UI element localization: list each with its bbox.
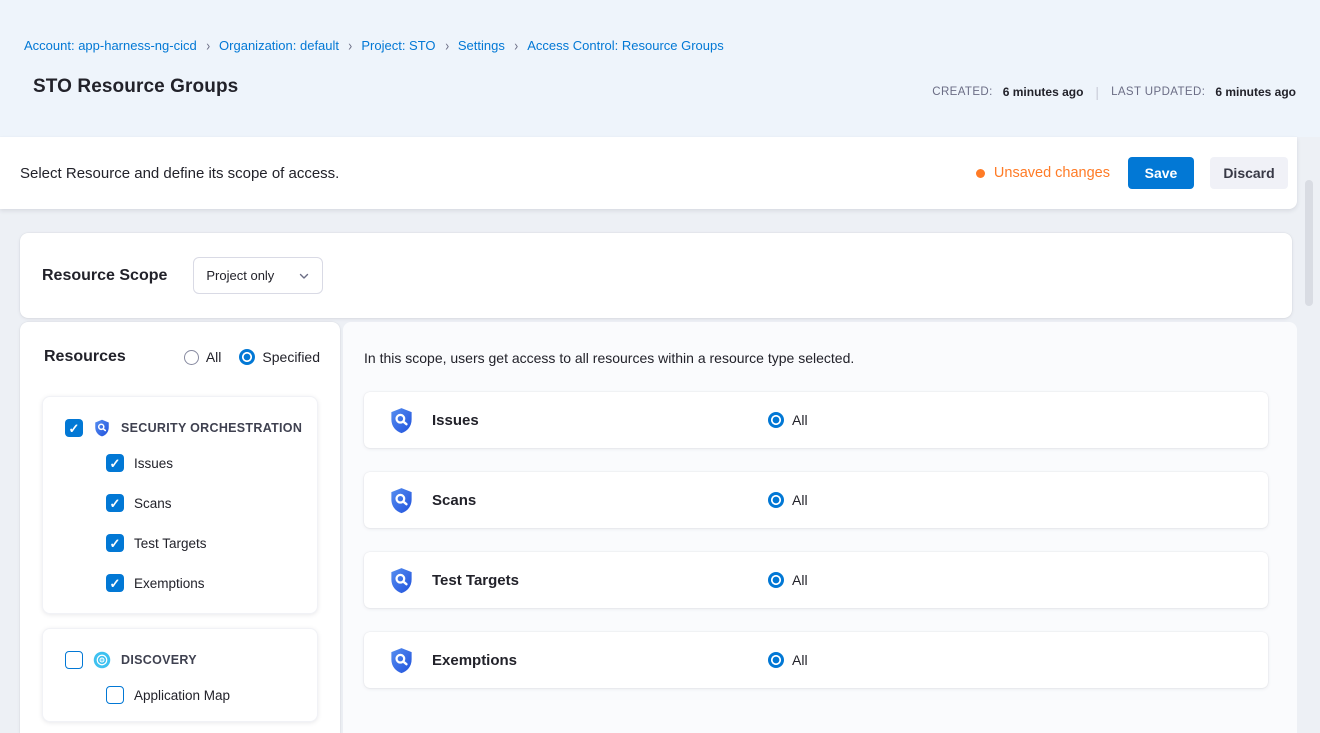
checkbox-application-map[interactable]: [106, 686, 124, 704]
radio-all-label: All: [206, 349, 222, 365]
toolbar-description: Select Resource and define its scope of …: [20, 165, 339, 182]
last-updated-label: LAST UPDATED:: [1111, 86, 1205, 98]
save-button[interactable]: Save: [1128, 157, 1194, 189]
resources-mode-radio-group: All Specified: [184, 349, 320, 365]
tree-item-application-map: Application Map: [43, 675, 317, 715]
vertical-scrollbar[interactable]: [1305, 180, 1313, 306]
checkbox-scans[interactable]: ✓: [106, 494, 124, 512]
shield-search-icon: [388, 487, 415, 514]
resource-card-label: Issues: [432, 412, 479, 429]
resource-scope-label: Resource Scope: [42, 267, 167, 285]
unsaved-changes-badge: Unsaved changes: [976, 165, 1110, 181]
tree-item-exemptions: ✓ Exemptions: [43, 563, 317, 603]
checkbox-test-targets[interactable]: ✓: [106, 534, 124, 552]
tree-item-label: Application Map: [134, 688, 230, 703]
radio-specified-label: Specified: [262, 349, 320, 365]
radio-selected-icon[interactable]: [768, 492, 784, 508]
group-checkbox-security-orchestration[interactable]: ✓: [65, 419, 83, 437]
check-icon: ✓: [69, 422, 80, 435]
access-radio-all[interactable]: All: [768, 652, 808, 668]
access-radio-all[interactable]: All: [768, 572, 808, 588]
resource-card-exemptions: Exemptions All: [364, 632, 1268, 688]
resource-group-discovery: DISCOVERY Application Map: [42, 628, 318, 722]
shield-search-icon: [388, 647, 415, 674]
breadcrumb-organization[interactable]: Organization: default: [219, 38, 339, 53]
tree-item-label: Issues: [134, 456, 173, 471]
tree-item-label: Test Targets: [134, 536, 207, 551]
breadcrumb-project[interactable]: Project: STO: [361, 38, 435, 53]
check-icon: ✓: [110, 457, 121, 470]
access-all-label: All: [792, 412, 808, 428]
check-icon: ✓: [110, 497, 121, 510]
group-label: SECURITY ORCHESTRATION: [121, 421, 302, 435]
breadcrumb-separator-icon: ›: [348, 37, 352, 54]
check-icon: ✓: [110, 537, 121, 550]
chevron-down-icon: [298, 270, 310, 282]
checkbox-issues[interactable]: ✓: [106, 454, 124, 472]
unsaved-changes-label: Unsaved changes: [994, 165, 1110, 181]
created-label: CREATED:: [932, 86, 993, 98]
scope-note: In this scope, users get access to all r…: [364, 350, 854, 366]
save-toolbar: Select Resource and define its scope of …: [0, 137, 1297, 209]
resource-access-panel: In this scope, users get access to all r…: [343, 322, 1297, 733]
tree-item-scans: ✓ Scans: [43, 483, 317, 523]
resource-scope-selected-value: Project only: [206, 268, 274, 283]
tree-item-test-targets: ✓ Test Targets: [43, 523, 317, 563]
shield-search-icon: [388, 567, 415, 594]
breadcrumb-account[interactable]: Account: app-harness-ng-cicd: [24, 38, 197, 53]
radio-selected-icon[interactable]: [768, 412, 784, 428]
shield-search-icon: [388, 407, 415, 434]
resource-scope-dropdown[interactable]: Project only: [193, 257, 323, 294]
resource-card-scans: Scans All: [364, 472, 1268, 528]
radio-selected-icon[interactable]: [768, 572, 784, 588]
resource-group-security-orchestration: ✓ SECURITY ORCHESTRATION ✓ Issues ✓ Scan…: [42, 396, 318, 614]
group-label: DISCOVERY: [121, 653, 197, 667]
resource-card-test-targets: Test Targets All: [364, 552, 1268, 608]
resource-card-issues: Issues All: [364, 392, 1268, 448]
last-updated-value: 6 minutes ago: [1215, 85, 1296, 99]
resources-panel: Resources All Specified ✓ SECURITY ORCHE…: [20, 322, 340, 733]
radio-option-specified[interactable]: Specified: [239, 349, 320, 365]
radio-selected-icon[interactable]: [768, 652, 784, 668]
group-checkbox-discovery[interactable]: [65, 651, 83, 669]
breadcrumb-settings[interactable]: Settings: [458, 38, 505, 53]
resource-card-label: Exemptions: [432, 652, 517, 669]
unsaved-dot-icon: [976, 169, 985, 178]
page-title: STO Resource Groups: [33, 76, 238, 98]
breadcrumb: Account: app-harness-ng-cicd › Organizat…: [24, 38, 724, 53]
resources-title: Resources: [44, 348, 126, 366]
discard-button[interactable]: Discard: [1210, 157, 1288, 189]
page-header: Account: app-harness-ng-cicd › Organizat…: [0, 0, 1320, 137]
radar-discovery-icon: [93, 651, 111, 669]
radio-option-all[interactable]: All: [184, 349, 222, 365]
shield-search-icon: [93, 419, 111, 437]
breadcrumb-separator-icon: ›: [514, 37, 518, 54]
tree-item-label: Scans: [134, 496, 172, 511]
breadcrumb-separator-icon: ›: [206, 37, 210, 54]
resource-card-label: Test Targets: [432, 572, 519, 589]
access-radio-all[interactable]: All: [768, 412, 808, 428]
access-all-label: All: [792, 572, 808, 588]
created-value: 6 minutes ago: [1003, 85, 1084, 99]
access-all-label: All: [792, 492, 808, 508]
breadcrumb-access-control[interactable]: Access Control: Resource Groups: [527, 38, 724, 53]
resource-card-label: Scans: [432, 492, 476, 509]
checkbox-exemptions[interactable]: ✓: [106, 574, 124, 592]
radio-unselected-icon[interactable]: [184, 350, 199, 365]
tree-item-label: Exemptions: [134, 576, 205, 591]
breadcrumb-separator-icon: ›: [445, 37, 449, 54]
check-icon: ✓: [110, 577, 121, 590]
access-all-label: All: [792, 652, 808, 668]
meta-divider: |: [1093, 84, 1101, 100]
resource-scope-card: Resource Scope Project only: [20, 233, 1292, 318]
tree-item-issues: ✓ Issues: [43, 443, 317, 483]
access-radio-all[interactable]: All: [768, 492, 808, 508]
radio-selected-icon[interactable]: [239, 349, 255, 365]
header-meta: CREATED: 6 minutes ago | LAST UPDATED: 6…: [932, 84, 1296, 100]
